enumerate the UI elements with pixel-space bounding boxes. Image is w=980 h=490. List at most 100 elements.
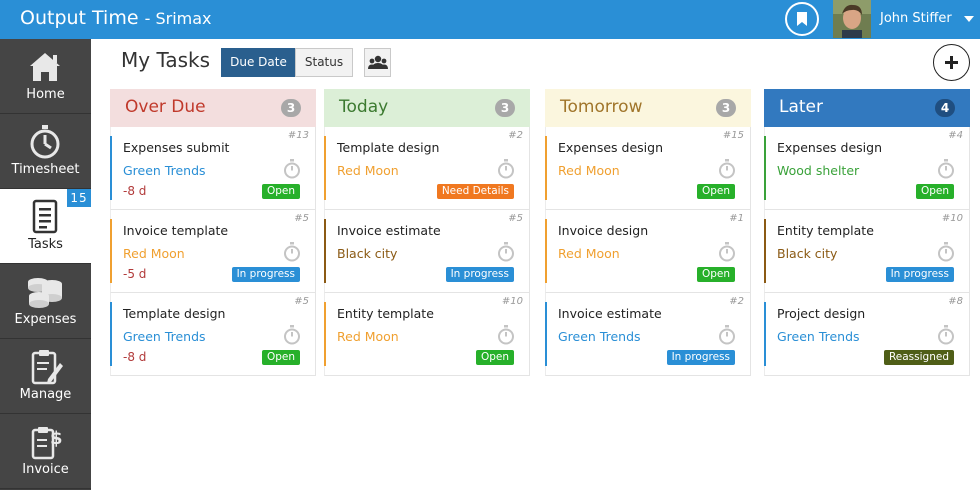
card-client-bar — [764, 302, 766, 366]
column-count-badge: 4 — [935, 99, 955, 117]
column-title: Tomorrow — [560, 97, 643, 117]
stopwatch-icon[interactable] — [937, 325, 955, 345]
stopwatch-icon[interactable] — [937, 242, 955, 262]
stopwatch-icon[interactable] — [718, 325, 736, 345]
sort-due-date-button[interactable]: Due Date — [221, 48, 296, 77]
task-card[interactable]: #13 Expenses submit Green Trends -8 d Open — [110, 127, 316, 210]
tasks-icon — [32, 199, 58, 234]
status-badge: Open — [261, 184, 300, 199]
task-title[interactable]: Invoice estimate — [337, 223, 441, 238]
sidebar-item-manage[interactable]: Manage — [0, 339, 91, 414]
sidebar-item-label: Timesheet — [11, 162, 80, 177]
sidebar-item-home[interactable]: Home — [0, 39, 91, 114]
stopwatch-icon[interactable] — [497, 159, 515, 179]
task-card[interactable]: #4 Expenses design Wood shelter Open — [764, 127, 970, 210]
task-card[interactable]: #2 Invoice estimate Green Trends In progres… — [545, 293, 751, 376]
home-icon — [30, 53, 60, 81]
task-card[interactable]: #8 Project design Green Trends Reassigned — [764, 293, 970, 376]
task-card[interactable]: #1 Invoice design Red Moon Open — [545, 210, 751, 293]
task-client: Green Trends — [558, 329, 641, 344]
app-title: Output Time - Srimax — [20, 7, 212, 29]
stopwatch-icon[interactable] — [937, 159, 955, 179]
app-name: Output Time — [20, 7, 139, 29]
add-task-button[interactable] — [933, 44, 970, 81]
stopwatch-icon — [30, 125, 60, 159]
card-client-bar — [324, 219, 326, 283]
task-card[interactable]: #5 Invoice template Red Moon -5 d In progres… — [110, 210, 316, 293]
stopwatch-icon[interactable] — [718, 242, 736, 262]
card-client-bar — [764, 219, 766, 283]
task-number: #2 — [729, 296, 744, 307]
sidebar-item-tasks[interactable]: Tasks 15 — [0, 189, 91, 264]
card-client-bar — [545, 219, 547, 283]
stopwatch-icon[interactable] — [283, 159, 301, 179]
task-title[interactable]: Entity template — [777, 223, 874, 238]
sidebar-item-expenses[interactable]: Expenses — [0, 264, 91, 339]
sidebar-item-timesheet[interactable]: Timesheet — [0, 114, 91, 189]
task-title[interactable]: Template design — [123, 306, 225, 321]
task-card[interactable]: #5 Invoice estimate Black city In progress — [324, 210, 530, 293]
column-title: Later — [779, 97, 824, 117]
column-tomorrow: Tomorrow 3 #15 Expenses design Red Moon Open #… — [545, 89, 751, 376]
task-overdue-days: -8 d — [123, 184, 147, 198]
card-client-bar — [110, 136, 112, 200]
sort-status-button[interactable]: Status — [295, 48, 353, 77]
task-client: Red Moon — [123, 246, 185, 261]
task-title[interactable]: Invoice template — [123, 223, 228, 238]
task-client: Green Trends — [123, 163, 206, 178]
task-client: Green Trends — [777, 329, 860, 344]
task-card[interactable]: #5 Template design Green Trends -8 d Open — [110, 293, 316, 376]
task-title[interactable]: Project design — [777, 306, 865, 321]
card-client-bar — [545, 302, 547, 366]
card-client-bar — [545, 136, 547, 200]
task-title[interactable]: Template design — [337, 140, 439, 155]
task-title[interactable]: Invoice estimate — [558, 306, 662, 321]
task-number: #4 — [948, 130, 963, 141]
bookmark-icon — [797, 12, 807, 26]
column-header: Later 4 — [764, 89, 970, 127]
stopwatch-icon[interactable] — [283, 242, 301, 262]
chevron-down-icon[interactable] — [964, 16, 974, 22]
column-count-badge: 3 — [281, 99, 301, 117]
sidebar-item-invoice[interactable]: $ Invoice — [0, 414, 91, 489]
bookmark-button[interactable] — [785, 2, 819, 36]
sidebar: Home Timesheet Tasks 15 Expenses Manage … — [0, 39, 91, 490]
status-badge: Open — [696, 267, 735, 282]
task-card[interactable]: #2 Template design Red Moon Need Details — [324, 127, 530, 210]
card-client-bar — [324, 302, 326, 366]
stopwatch-icon[interactable] — [283, 325, 301, 345]
card-client-bar — [110, 302, 112, 366]
task-client: Green Trends — [123, 329, 206, 344]
task-client: Wood shelter — [777, 163, 860, 178]
sidebar-item-label: Invoice — [22, 462, 69, 477]
status-badge: In progress — [885, 267, 954, 282]
team-view-button[interactable] — [364, 48, 391, 77]
sidebar-item-label: Manage — [19, 387, 72, 402]
stopwatch-icon[interactable] — [497, 242, 515, 262]
task-title[interactable]: Expenses design — [777, 140, 882, 155]
column-today: Today 3 #2 Template design Red Moon Need Deta… — [324, 89, 530, 376]
column-header: Over Due 3 — [110, 89, 316, 127]
task-title[interactable]: Invoice design — [558, 223, 648, 238]
status-badge: In progress — [445, 267, 514, 282]
stopwatch-icon[interactable] — [497, 325, 515, 345]
stopwatch-icon[interactable] — [718, 159, 736, 179]
user-name[interactable]: John Stiffer — [880, 11, 952, 26]
task-title[interactable]: Expenses submit — [123, 140, 229, 155]
task-title[interactable]: Expenses design — [558, 140, 663, 155]
status-badge: Open — [696, 184, 735, 199]
task-title[interactable]: Entity template — [337, 306, 434, 321]
task-client: Red Moon — [337, 329, 399, 344]
sidebar-item-label: Tasks — [28, 237, 63, 252]
task-number: #15 — [722, 130, 744, 141]
card-client-bar — [764, 136, 766, 200]
page-title: My Tasks — [121, 48, 211, 72]
task-card[interactable]: #15 Expenses design Red Moon Open — [545, 127, 751, 210]
user-photo — [833, 0, 871, 38]
plus-icon — [945, 56, 958, 69]
avatar[interactable] — [833, 0, 871, 38]
task-card[interactable]: #10 Entity template Red Moon Open — [324, 293, 530, 376]
task-client: Red Moon — [558, 246, 620, 261]
task-card[interactable]: #10 Entity template Black city In progress — [764, 210, 970, 293]
status-badge: Reassigned — [883, 350, 954, 365]
